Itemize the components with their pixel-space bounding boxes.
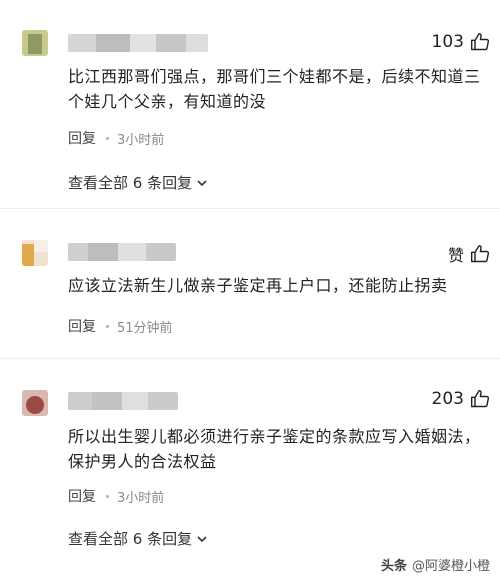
reply-button[interactable]: 回复: [68, 316, 96, 336]
avatar[interactable]: [22, 240, 48, 266]
comment-meta: 回复 3小时前: [68, 128, 164, 148]
like-count: 203: [431, 389, 464, 409]
username-blurred[interactable]: [68, 392, 178, 410]
timestamp: 3小时前: [117, 490, 165, 506]
view-all-replies-link[interactable]: 查看全部 6 条回复: [68, 172, 208, 193]
username-blurred[interactable]: [68, 34, 208, 52]
view-all-replies-link[interactable]: 查看全部 6 条回复: [68, 528, 208, 549]
thumb-up-icon: [470, 244, 490, 263]
like-label: 赞: [447, 246, 464, 265]
watermark-logo: 头条: [380, 559, 407, 574]
comment-text: 应该立法新生儿做亲子鉴定再上户口，还能防止拐卖: [68, 276, 448, 295]
timestamp: 3小时前: [117, 132, 165, 148]
chevron-down-icon: [197, 179, 207, 186]
separator-dot: [106, 136, 109, 140]
reply-button[interactable]: 回复: [68, 486, 96, 506]
reply-button[interactable]: 回复: [68, 128, 96, 148]
like-count: 103: [431, 32, 464, 52]
comment-meta: 回复 3小时前: [68, 486, 164, 506]
chevron-down-icon: [197, 535, 207, 542]
like-button[interactable]: 203: [432, 389, 490, 409]
avatar[interactable]: [22, 30, 48, 56]
like-button[interactable]: 赞: [448, 242, 490, 266]
thumb-up-icon: [470, 389, 490, 408]
separator-dot: [106, 324, 109, 328]
timestamp: 51分钟前: [117, 320, 173, 336]
thumb-up-icon: [470, 32, 490, 51]
comment-meta: 回复 51分钟前: [68, 316, 173, 336]
like-button[interactable]: 103: [432, 32, 490, 52]
comment-text: 比江西那哥们强点，那哥们三个娃都不是，后续不知道三个娃几个父亲，有知道的没: [68, 67, 481, 111]
comment-text: 所以出生婴儿都必须进行亲子鉴定的条款应写入婚姻法，保护男人的合法权益: [68, 427, 481, 471]
username-blurred[interactable]: [68, 243, 176, 261]
avatar[interactable]: [22, 390, 48, 416]
view-replies-label: 查看全部 6 条回复: [68, 530, 193, 548]
watermark-author: @阿婆橙小橙: [411, 559, 490, 574]
divider: [0, 208, 500, 209]
watermark: 头条 @阿婆橙小橙: [381, 555, 490, 574]
view-replies-label: 查看全部 6 条回复: [68, 174, 193, 192]
separator-dot: [106, 494, 109, 498]
divider: [0, 358, 500, 359]
